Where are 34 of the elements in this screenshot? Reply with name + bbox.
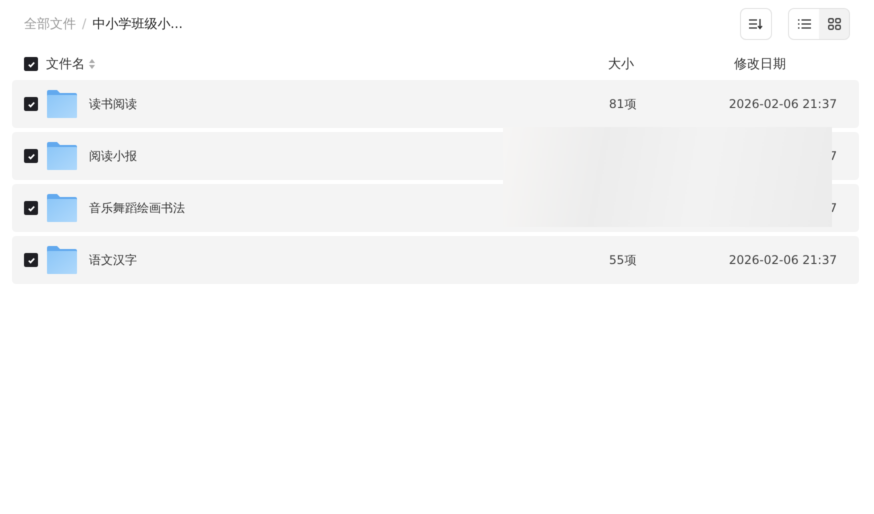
folder-icon	[47, 194, 77, 222]
checkmark-icon	[26, 60, 36, 68]
checkmark-icon	[26, 152, 36, 160]
breadcrumb-separator: /	[82, 16, 86, 32]
checkmark-icon	[26, 256, 36, 264]
modified-date: 2026-02-06 21:37	[728, 253, 837, 267]
row-checkbox[interactable]	[24, 149, 38, 163]
modified-date: 2026-02-06 21:37	[728, 97, 837, 111]
column-header[interactable]: 文件名	[46, 55, 85, 73]
folder-icon	[47, 142, 77, 170]
folder-row[interactable]: 语文汉字 55项 2026-02-06 21:37	[12, 236, 859, 284]
list-icon	[798, 19, 810, 29]
select-all-checkbox[interactable]	[24, 57, 38, 71]
folder-icon	[47, 246, 77, 274]
checkmark-icon	[26, 100, 36, 108]
folder-name: 读书阅读	[89, 96, 137, 112]
column-header: 修改日期	[734, 56, 787, 73]
folder-icon	[47, 90, 77, 118]
sort-order-icon	[749, 18, 763, 30]
folder-name: 语文汉字	[89, 252, 137, 268]
grid-icon	[828, 18, 840, 30]
checkmark-icon	[26, 204, 36, 212]
item-count: 81项	[608, 96, 636, 112]
sort-button[interactable]	[740, 8, 772, 40]
item-count: 55项	[608, 252, 636, 268]
list-view-button[interactable]	[789, 9, 819, 39]
folder-name: 阅读小报	[89, 148, 137, 164]
column-header: 大小	[608, 56, 635, 73]
current-folder-title: 中小学班级小...	[92, 16, 183, 33]
row-checkbox[interactable]	[24, 253, 38, 267]
folder-name: 音乐舞蹈绘画书法	[89, 200, 185, 216]
folder-row[interactable]: 读书阅读 81项 2026-02-06 21:37	[12, 80, 859, 128]
row-checkbox[interactable]	[24, 97, 38, 111]
row-checkbox[interactable]	[24, 201, 38, 215]
